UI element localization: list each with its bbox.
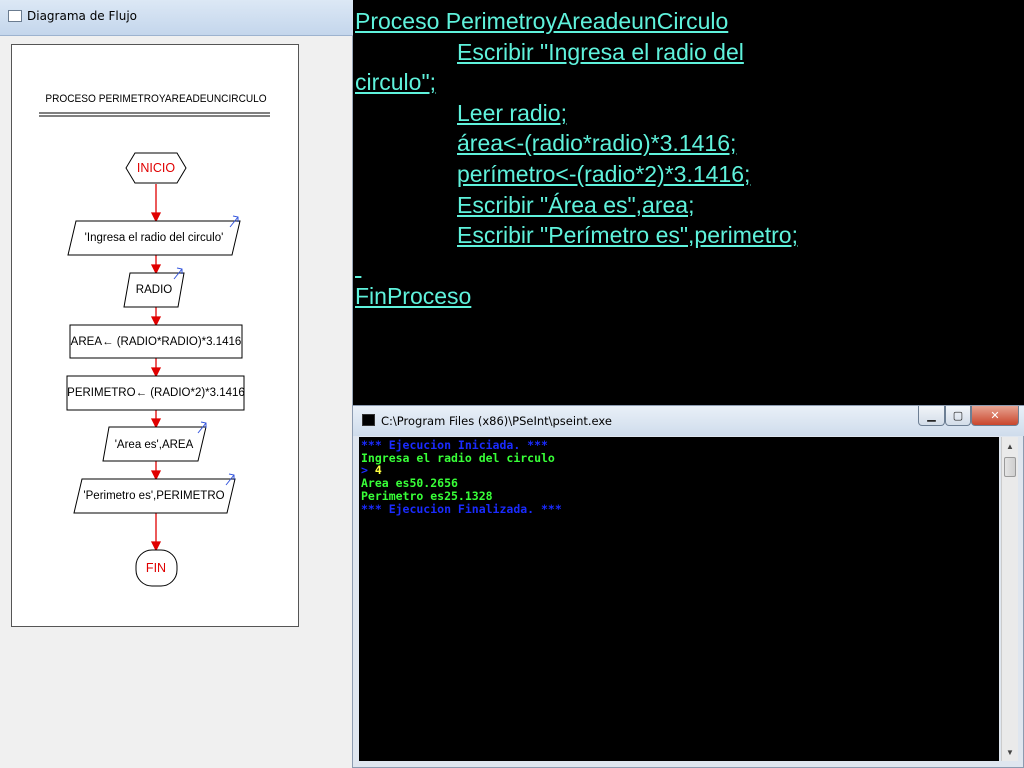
pseudocode-line: Escribir "Ingresa el radio del: [355, 37, 1024, 68]
pseudocode-line: Proceso PerimetroyAreadeunCirculo: [355, 6, 1024, 37]
minimize-button[interactable]: ▁: [918, 406, 945, 426]
node-inicio-label: INICIO: [136, 161, 176, 175]
pseudocode-line: perímetro<-(radio*2)*3.1416;: [355, 159, 1024, 190]
pseudocode-line-text: FinProceso: [355, 283, 472, 310]
pseudocode-indent: [355, 37, 457, 68]
pseudocode-line: Escribir "Perímetro es",perimetro;: [355, 220, 1024, 251]
node-radio-label: RADIO: [135, 284, 173, 296]
pseudocode-line-text: Leer radio;: [457, 99, 567, 126]
pseudocode-line: Leer radio;: [355, 98, 1024, 129]
pseudocode-line-text: Escribir "Ingresa el radio del: [457, 38, 744, 65]
flowchart-window: Diagrama de Flujo PROCESO PERIMETROYAREA…: [0, 0, 353, 768]
pseudocode-indent: [355, 220, 457, 251]
pseudocode-panel: Proceso PerimetroyAreadeunCirculo Escrib…: [353, 0, 1024, 404]
node-perimetro-output-label: 'Perimetro es',PERIMETRO: [83, 490, 225, 502]
console-line: Ingresa el radio del circulo: [361, 450, 555, 465]
scroll-thumb[interactable]: [1004, 457, 1016, 477]
console-line: Area es50.2656: [361, 476, 458, 491]
console-app-icon: [362, 414, 375, 426]
arrowhead-6: [150, 470, 162, 481]
pseudocode-line: [355, 251, 1024, 282]
flowchart-window-title: Diagrama de Flujo: [27, 9, 138, 23]
node-fin-label: FIN: [145, 561, 167, 575]
arrowhead-5: [150, 418, 162, 429]
node-prompt-label: 'Ingresa el radio del circulo': [84, 232, 224, 244]
pseudocode-line-text: Escribir "Área es",area;: [457, 191, 695, 218]
arrowhead-7: [150, 541, 162, 552]
node-area-output-label: 'Area es',AREA: [114, 439, 194, 451]
pseudocode-line-text: área<-(radio*radio)*3.1416;: [457, 130, 737, 157]
close-button[interactable]: ✕: [971, 406, 1019, 426]
arrowhead-1: [150, 212, 162, 223]
arrowhead-4: [150, 367, 162, 378]
arrowhead-3: [150, 316, 162, 327]
pseudocode-indent: [355, 159, 457, 190]
pseudocode-indent: [355, 128, 457, 159]
pseudocode-line: área<-(radio*radio)*3.1416;: [355, 128, 1024, 159]
flowchart-titlebar[interactable]: Diagrama de Flujo: [0, 0, 353, 36]
pseudocode-indent: [355, 98, 457, 129]
flowchart-heading: PROCESO PERIMETROYAREADEUNCIRCULO: [45, 93, 267, 105]
console-line: *** Ejecucion Finalizada. ***: [361, 501, 562, 516]
console-output[interactable]: *** Ejecucion Iniciada. *** Ingresa el ra…: [359, 437, 999, 761]
pseudocode-line-text: circulo";: [355, 69, 437, 96]
flowchart-canvas: PROCESO PERIMETROYAREADEUNCIRCULO INICIO…: [11, 44, 299, 627]
console-window-title: C:\Program Files (x86)\PSeInt\pseint.exe: [381, 414, 612, 428]
console-line: *** Ejecucion Iniciada. ***: [361, 438, 548, 452]
scroll-down-icon[interactable]: ▼: [1003, 744, 1017, 760]
console-titlebar[interactable]: C:\Program Files (x86)\PSeInt\pseint.exe…: [353, 406, 1024, 436]
scroll-up-icon[interactable]: ▲: [1003, 438, 1017, 454]
pseudocode-line: Escribir "Área es",area;: [355, 190, 1024, 221]
arrowhead-2: [150, 264, 162, 275]
console-window: C:\Program Files (x86)\PSeInt\pseint.exe…: [352, 405, 1024, 768]
pseudocode-line-text: [355, 253, 361, 279]
pseudocode-line-text: Proceso PerimetroyAreadeunCirculo: [355, 8, 729, 34]
console-scrollbar[interactable]: ▲ ▼: [1001, 437, 1018, 761]
window-app-icon: [8, 10, 22, 22]
node-area-label: AREA← (RADIO*RADIO)*3.1416: [70, 336, 242, 348]
pseudocode-line-text: perímetro<-(radio*2)*3.1416;: [457, 160, 751, 187]
pseudocode-indent: [355, 190, 457, 221]
maximize-button[interactable]: ▢: [945, 406, 971, 426]
node-perimetro-label: PERIMETRO← (RADIO*2)*3.1416: [67, 387, 245, 399]
pseudocode-line: FinProceso: [355, 281, 1024, 312]
console-line: Perimetro es25.1328: [361, 488, 493, 503]
pseudocode-line-text: Escribir "Perímetro es",perimetro;: [457, 222, 798, 249]
pseudocode-line: circulo";: [355, 67, 1024, 98]
